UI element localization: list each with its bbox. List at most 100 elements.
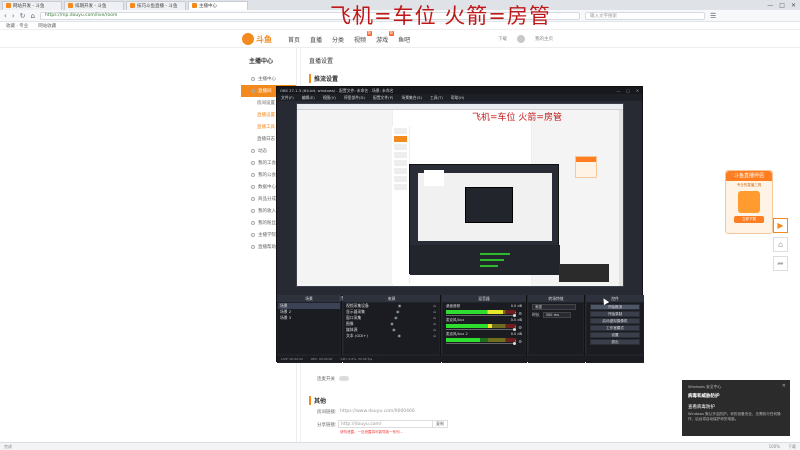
- copy-button[interactable]: 复制: [432, 420, 448, 428]
- control-list: 开始推流 开始录制 启动虚拟摄像机 工作室模式 设置 退出: [587, 303, 643, 354]
- mixer-channel-icons: ♪ ⚙: [514, 339, 522, 344]
- close-icon[interactable]: ✕: [782, 383, 786, 389]
- refresh-icon[interactable]: ↻: [20, 12, 26, 20]
- obs-preview[interactable]: 飞机=车位 火箭=房管: [296, 103, 624, 287]
- control-button[interactable]: 退出: [590, 339, 640, 345]
- scene-item[interactable]: 场景 3: [278, 315, 340, 321]
- mic-toggle[interactable]: [339, 376, 349, 381]
- control-button[interactable]: 工作室模式: [590, 325, 640, 331]
- obs-menu-item[interactable]: 视图(V): [323, 95, 336, 101]
- dot-icon: [251, 233, 255, 237]
- my-home-link[interactable]: 我的主页: [535, 36, 553, 42]
- tab-label: 主播中心: [199, 3, 217, 9]
- volume-meter-fill: [446, 310, 504, 314]
- volume-meter: [446, 310, 516, 314]
- nav-label: 鱼吧: [398, 37, 411, 44]
- source-item[interactable]: 文本 (GDI+) ◉ ⌂: [344, 333, 439, 339]
- home-icon[interactable]: ⌂: [31, 12, 35, 20]
- transition-select[interactable]: 渐变: [532, 304, 576, 310]
- promo-card[interactable]: 斗鱼直播伴侣 专业的直播工具 立即下载: [725, 170, 773, 234]
- menu-icon[interactable]: ☰: [710, 12, 716, 20]
- obs-menu-item[interactable]: 工具(T): [430, 95, 443, 101]
- room-link-label: 房间链接:: [317, 410, 337, 415]
- bookmark-item[interactable]: 收藏 · 专业: [6, 23, 28, 29]
- obs-menu-item[interactable]: 编辑(E): [302, 95, 315, 101]
- toast-body: Windows 默认开启防护。你的设备安全，无需执行任何操作，后台将自动保护你的…: [688, 412, 781, 421]
- eye-icon[interactable]: ◉: [397, 333, 401, 339]
- browser-tab[interactable]: 排期开发 - 斗鱼: [64, 0, 124, 10]
- mixer-channel-icons: ♪ ⚙: [514, 311, 522, 316]
- sources-dock-title: 来源: [343, 295, 440, 302]
- nav-item-fishbar[interactable]: 鱼吧: [398, 35, 410, 44]
- avatar[interactable]: [517, 35, 525, 43]
- close-button[interactable]: ✕: [636, 88, 639, 93]
- nav-label: 视频: [354, 37, 367, 44]
- sidebar-item[interactable]: 主播中心: [241, 73, 296, 85]
- mixer-dock-title: 混音器: [442, 295, 526, 302]
- minimize-button[interactable]: —: [616, 88, 620, 93]
- obs-menu-item[interactable]: 停靠部件(D): [344, 95, 365, 101]
- duration-input[interactable]: 300 ms: [542, 312, 571, 318]
- play-icon[interactable]: ▶: [773, 218, 788, 233]
- home-icon[interactable]: ⌂: [773, 237, 788, 252]
- scenes-dock-title: 场景: [277, 295, 341, 302]
- dot-icon: [251, 221, 255, 225]
- gear-icon[interactable]: ⚙: [518, 339, 522, 344]
- windows-notification[interactable]: ✕ Windows 安全中心 病毒和威胁防护 查看病毒防护 Windows 默认…: [682, 380, 790, 436]
- promo-app-icon: [738, 191, 760, 213]
- nav-item-video[interactable]: 视频新: [354, 31, 373, 44]
- browser-tab[interactable]: 技巧斗鱼直播 - 斗鱼: [126, 0, 186, 10]
- speaker-icon[interactable]: ♪: [514, 311, 517, 316]
- control-button[interactable]: 开始推流: [590, 304, 640, 310]
- bookmark-item[interactable]: 网站收藏: [38, 23, 56, 29]
- new-badge: 新: [388, 31, 395, 36]
- speaker-icon[interactable]: ♪: [514, 339, 517, 344]
- forward-icon[interactable]: ›: [12, 12, 15, 20]
- preview-toast: [559, 264, 609, 282]
- toggle-label: 连麦开关: [317, 377, 335, 382]
- browser-tab-active[interactable]: 主播中心: [188, 0, 248, 10]
- nav-item-game[interactable]: 游戏新: [376, 31, 395, 44]
- obs-menu-item[interactable]: 帮助(H): [451, 95, 464, 101]
- share-icon[interactable]: ➦: [773, 256, 788, 271]
- volume-meter: [446, 324, 516, 328]
- control-button[interactable]: 启动虚拟摄像机: [590, 318, 640, 324]
- download-link[interactable]: 下载: [498, 36, 507, 42]
- speaker-icon[interactable]: ♪: [514, 325, 517, 330]
- minimize-button[interactable]: —: [767, 2, 773, 9]
- control-button[interactable]: 设置: [590, 332, 640, 338]
- promo-download-button[interactable]: 立即下载: [734, 216, 764, 223]
- nav-item-live[interactable]: 直播: [310, 35, 322, 44]
- volume-meter-fill: [446, 338, 480, 342]
- douyu-logo[interactable]: 斗鱼: [242, 33, 272, 45]
- volume-slider[interactable]: [446, 314, 516, 317]
- transitions-body: 渐变 时长 300 ms: [529, 303, 583, 354]
- eye-icon[interactable]: ◉: [392, 327, 396, 333]
- maximize-button[interactable]: □: [626, 88, 630, 93]
- volume-slider[interactable]: [446, 328, 516, 331]
- zoom-level[interactable]: 100%: [769, 444, 780, 450]
- gear-icon[interactable]: ⚙: [518, 311, 522, 316]
- close-button[interactable]: ✕: [791, 2, 796, 9]
- maximize-button[interactable]: □: [779, 2, 785, 9]
- back-icon[interactable]: ‹: [4, 12, 7, 20]
- nav-label: 游戏: [376, 37, 389, 44]
- browser-tab[interactable]: 网站开发 - 斗鱼: [2, 0, 62, 10]
- nav-item-category[interactable]: 分类: [332, 35, 344, 44]
- obs-menu-item[interactable]: 配置文件(P): [373, 95, 393, 101]
- room-link-value[interactable]: https://www.douyu.com/9000466: [340, 409, 415, 414]
- gear-icon[interactable]: ⚙: [518, 325, 522, 330]
- obs-menu-bar: 文件(F) 编辑(E) 视图(V) 停靠部件(D) 配置文件(P) 场景集合(S) 工具(T…: [277, 94, 642, 101]
- tab-label: 排期开发 - 斗鱼: [75, 3, 107, 9]
- control-button[interactable]: 开始录制: [590, 311, 640, 317]
- downloads-link[interactable]: 下载: [788, 444, 796, 450]
- volume-slider[interactable]: [446, 342, 516, 345]
- share-link-label: 分享链接:: [317, 423, 337, 428]
- obs-menu-item[interactable]: 场景集合(S): [401, 95, 422, 101]
- obs-status-item: LIVE: 00:00:00: [281, 357, 303, 361]
- nav-item-home[interactable]: 首页: [288, 35, 300, 44]
- obs-menu-item[interactable]: 文件(F): [281, 95, 294, 101]
- search-input[interactable]: 输入文字搜索: [584, 11, 705, 20]
- lock-icon[interactable]: ⌂: [433, 333, 436, 339]
- eye-icon[interactable]: ◉: [394, 315, 398, 321]
